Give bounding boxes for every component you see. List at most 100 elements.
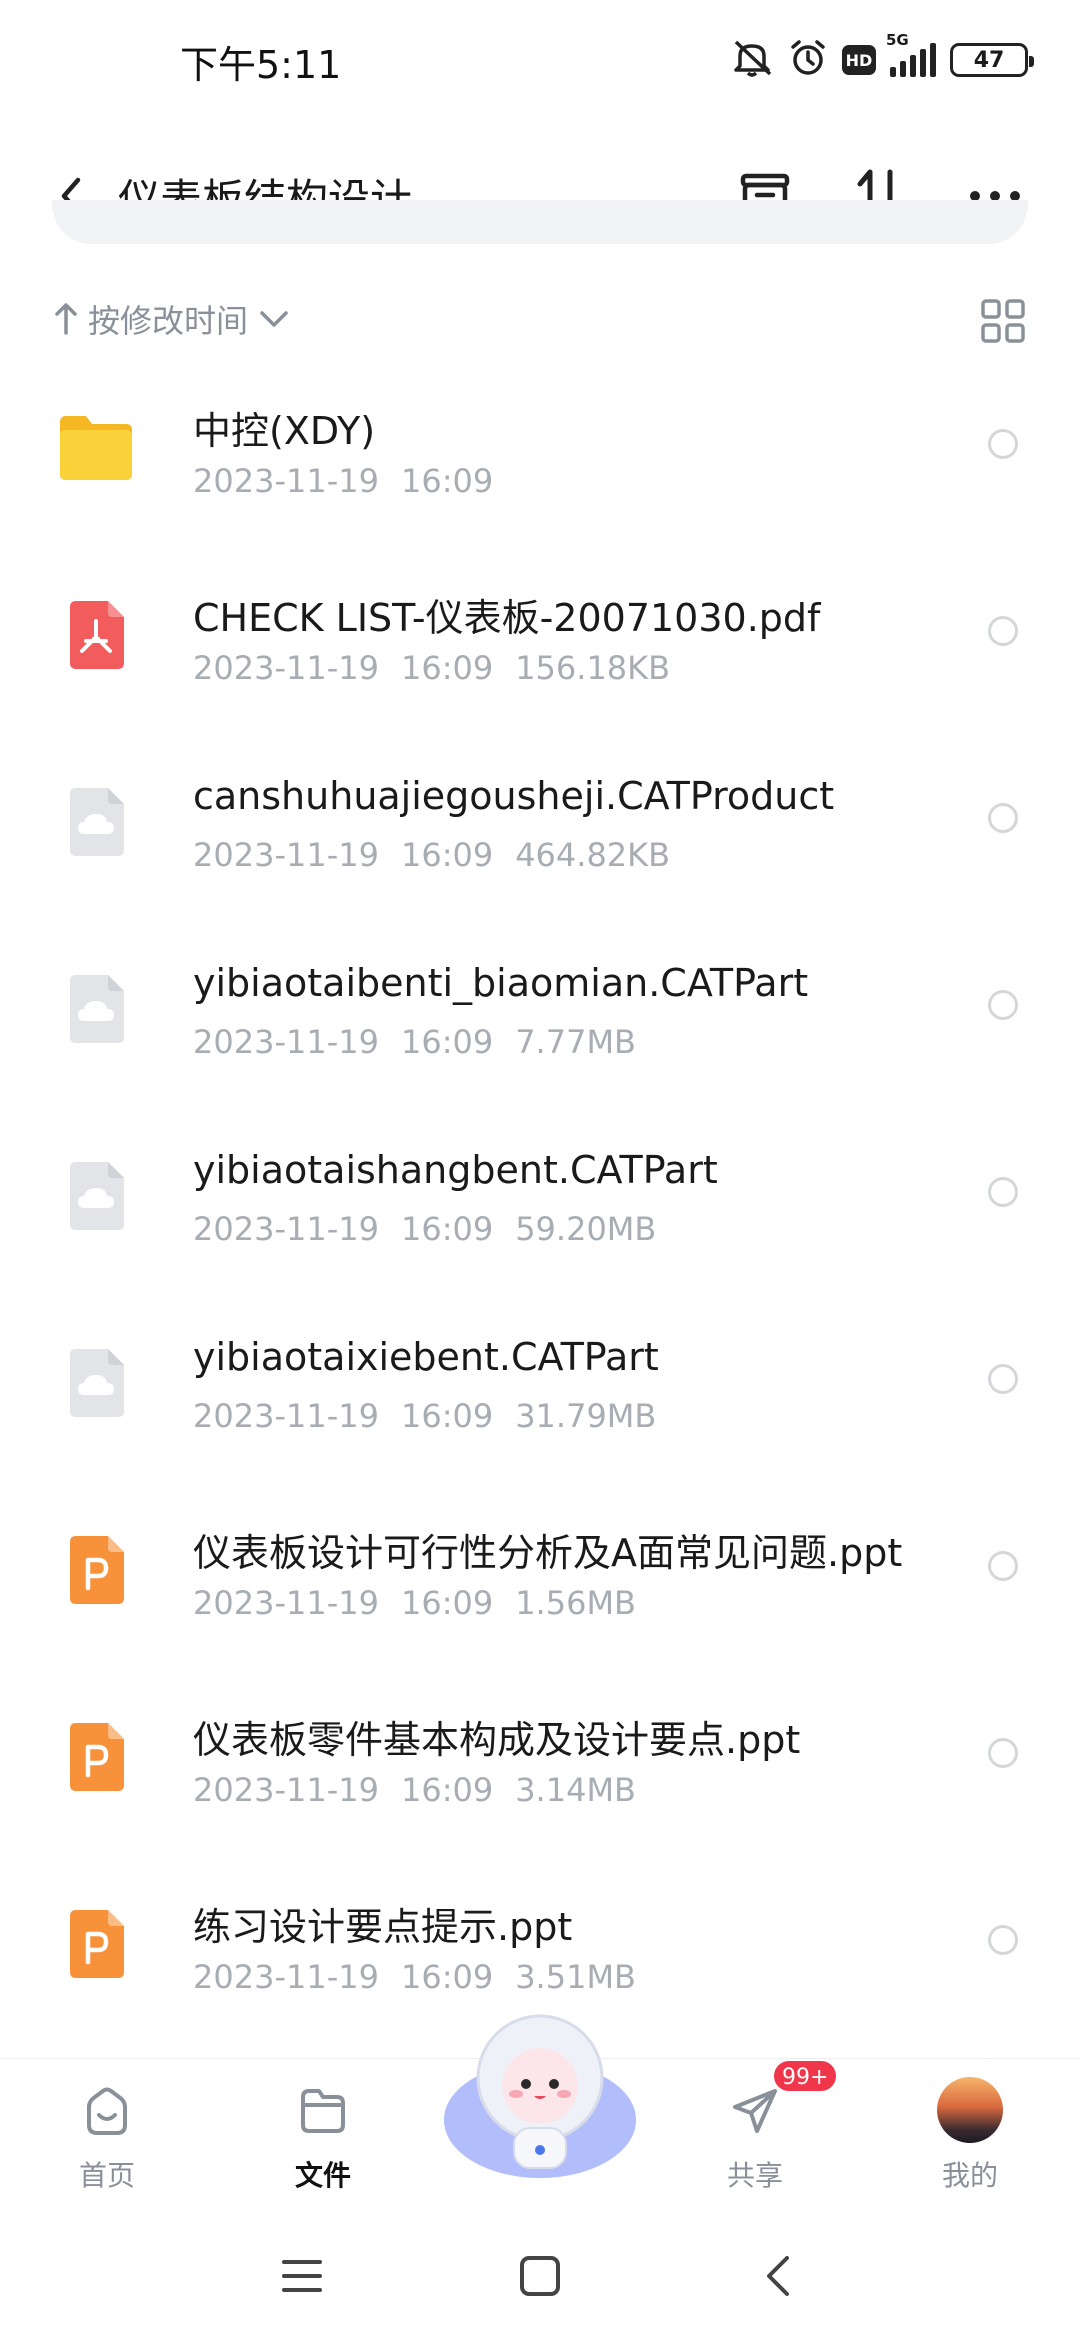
file-name: 练习设计要点提示.ppt <box>193 1905 573 1949</box>
select-checkbox[interactable] <box>988 429 1018 459</box>
unknown-file-icon <box>56 1156 136 1236</box>
file-time: 16:09 <box>400 649 494 687</box>
home-button[interactable] <box>510 2246 570 2306</box>
select-checkbox[interactable] <box>988 1738 1018 1768</box>
file-meta: 2023-11-19 16:09 <box>193 462 493 500</box>
grid-view-button[interactable] <box>980 298 1026 344</box>
sort-row: 按修改时间 <box>0 290 1080 350</box>
select-checkbox[interactable] <box>988 990 1018 1020</box>
nav-item-home[interactable]: 首页 <box>32 2059 182 2209</box>
back-triangle-icon <box>767 2256 789 2296</box>
mascot-icon <box>444 2014 636 2178</box>
sort-by-modified-button[interactable]: 按修改时间 <box>54 296 290 342</box>
select-checkbox[interactable] <box>988 1551 1018 1581</box>
file-size: 59.20MB <box>515 1210 657 1248</box>
file-name: canshuhuajiegousheji.CATProduct <box>193 774 835 818</box>
nav-item-me[interactable]: 我的 <box>895 2059 1045 2209</box>
battery-level: 47 <box>973 47 1005 73</box>
nav-label: 文件 <box>294 2159 351 2192</box>
file-meta: 2023-11-19 16:09 464.82KB <box>193 836 670 874</box>
list-item[interactable]: canshuhuajiegousheji.CATProduct 2023-11-… <box>0 744 1080 931</box>
file-name: 仪表板设计可行性分析及A面常见问题.ppt <box>193 1531 903 1575</box>
select-checkbox[interactable] <box>988 616 1018 646</box>
select-checkbox[interactable] <box>988 1177 1018 1207</box>
file-meta: 2023-11-19 16:09 3.51MB <box>193 1958 636 1996</box>
nav-label: 我的 <box>941 2159 998 2192</box>
file-time: 16:09 <box>400 836 494 874</box>
file-time: 16:09 <box>400 1958 494 1996</box>
file-date: 2023-11-19 <box>193 462 379 500</box>
file-time: 16:09 <box>400 1584 494 1622</box>
list-item[interactable]: CHECK LIST-仪表板-20071030.pdf 2023-11-19 16… <box>0 557 1080 744</box>
unknown-file-icon <box>56 969 136 1049</box>
alarm-icon <box>788 38 828 82</box>
mascot-button[interactable] <box>440 2000 640 2190</box>
avatar <box>937 2077 1003 2143</box>
signal-icon: 5G <box>886 31 936 77</box>
file-size: 31.79MB <box>515 1397 657 1435</box>
file-time: 16:09 <box>400 1023 494 1061</box>
file-date: 2023-11-19 <box>193 836 379 874</box>
file-meta: 2023-11-19 16:09 7.77MB <box>193 1023 636 1061</box>
mute-icon <box>730 38 774 82</box>
list-item[interactable]: yibiaotaibenti_biaomian.CATPart 2023-11-… <box>0 931 1080 1118</box>
file-meta: 2023-11-19 16:09 1.56MB <box>193 1584 636 1622</box>
list-item[interactable]: 中控(XDY) 2023-11-19 16:09 <box>0 370 1080 557</box>
hd-badge: HD <box>842 45 876 75</box>
system-back-button[interactable] <box>748 2246 808 2306</box>
header: 仪表板结构设计 <box>0 120 1080 270</box>
list-item[interactable]: yibiaotaishangbent.CATPart 2023-11-19 16:… <box>0 1118 1080 1305</box>
list-item[interactable]: 仪表板设计可行性分析及A面常见问题.ppt 2023-11-19 16:09 1.5… <box>0 1492 1080 1679</box>
file-name: yibiaotaixiebent.CATPart <box>193 1335 659 1379</box>
file-time: 16:09 <box>400 462 494 500</box>
select-checkbox[interactable] <box>988 1925 1018 1955</box>
file-name: yibiaotaibenti_biaomian.CATPart <box>193 961 809 1005</box>
folder-icon <box>56 408 136 488</box>
menu-icon <box>282 2260 322 2292</box>
search-bar-remnant <box>52 200 1028 244</box>
nav-item-share[interactable]: 99+ 共享 <box>680 2059 839 2209</box>
file-name: 中控(XDY) <box>193 409 376 453</box>
file-size: 464.82KB <box>515 836 671 874</box>
file-time: 16:09 <box>400 1771 494 1809</box>
nav-label: 首页 <box>78 2159 135 2192</box>
file-meta: 2023-11-19 16:09 156.18KB <box>193 649 670 687</box>
ppt-icon <box>56 1904 136 1984</box>
file-size: 3.14MB <box>515 1771 636 1809</box>
notification-badge: 99+ <box>772 2059 839 2093</box>
menu-button[interactable] <box>272 2246 332 2306</box>
nav-item-files[interactable]: 文件 <box>248 2059 398 2209</box>
file-date: 2023-11-19 <box>193 1958 379 1996</box>
battery-icon: 47 <box>950 43 1034 77</box>
file-size: 3.51MB <box>515 1958 636 1996</box>
file-name: CHECK LIST-仪表板-20071030.pdf <box>193 596 821 640</box>
file-time: 16:09 <box>400 1210 494 1248</box>
ppt-icon <box>56 1530 136 1610</box>
status-time: 下午5:11 <box>180 43 342 87</box>
list-item[interactable]: 仪表板零件基本构成及设计要点.ppt 2023-11-19 16:09 3.14MB <box>0 1679 1080 1866</box>
folder-icon <box>293 2081 353 2141</box>
nav-label: 共享 <box>726 2159 783 2192</box>
pdf-icon <box>56 595 136 675</box>
file-size: 1.56MB <box>515 1584 636 1622</box>
file-meta: 2023-11-19 16:09 31.79MB <box>193 1397 656 1435</box>
file-name: yibiaotaishangbent.CATPart <box>193 1148 718 1192</box>
file-date: 2023-11-19 <box>193 1023 379 1061</box>
file-meta: 2023-11-19 16:09 3.14MB <box>193 1771 636 1809</box>
unknown-file-icon <box>56 1343 136 1423</box>
status-icons: HD 5G 47 <box>730 31 1034 82</box>
chevron-down-icon <box>260 311 288 327</box>
file-list: 中控(XDY) 2023-11-19 16:09 CHECK LIST-仪表板-2… <box>0 370 1080 2053</box>
select-checkbox[interactable] <box>988 803 1018 833</box>
status-bar: 下午5:11 HD 5G 47 <box>0 0 1080 120</box>
send-icon <box>725 2081 785 2141</box>
file-date: 2023-11-19 <box>193 649 379 687</box>
ppt-icon <box>56 1717 136 1797</box>
list-item[interactable]: yibiaotaixiebent.CATPart 2023-11-19 16:09… <box>0 1305 1080 1492</box>
network-type: 5G <box>886 31 909 49</box>
file-meta: 2023-11-19 16:09 59.20MB <box>193 1210 656 1248</box>
select-checkbox[interactable] <box>988 1364 1018 1394</box>
square-home-icon <box>520 2256 560 2296</box>
unknown-file-icon <box>56 782 136 862</box>
home-icon <box>77 2081 137 2141</box>
